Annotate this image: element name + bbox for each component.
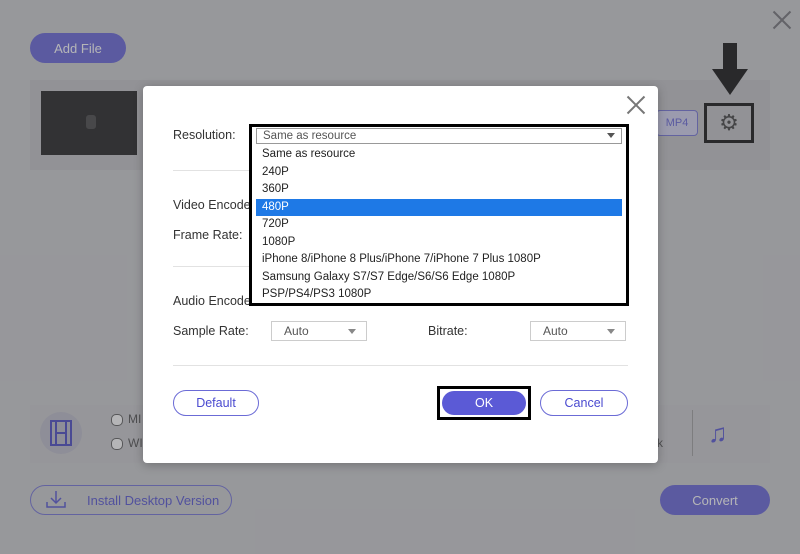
frame-rate-label: Frame Rate:	[173, 228, 243, 242]
audio-encoder-label: Audio Encode	[173, 294, 251, 308]
separator	[173, 365, 628, 366]
video-encoder-label: Video Encode	[173, 198, 251, 212]
resolution-option[interactable]: Same as resource	[256, 146, 622, 164]
resolution-label: Resolution:	[173, 128, 236, 142]
default-button[interactable]: Default	[173, 390, 259, 416]
resolution-options-list: Same as resource 240P 360P 480P 720P 108…	[256, 146, 622, 304]
sample-rate-select[interactable]: Auto	[271, 321, 367, 341]
resolution-selected-value: Same as resource	[263, 130, 357, 142]
resolution-option[interactable]: iPhone 8/iPhone 8 Plus/iPhone 7/iPhone 7…	[256, 251, 622, 269]
resolution-option[interactable]: 240P	[256, 164, 622, 182]
resolution-option[interactable]: 720P	[256, 216, 622, 234]
resolution-option-highlighted[interactable]: 480P	[256, 198, 622, 216]
resolution-option[interactable]: 360P	[256, 181, 622, 199]
resolution-option[interactable]: Samsung Galaxy S7/S7 Edge/S6/S6 Edge 108…	[256, 269, 622, 287]
chevron-down-icon	[607, 329, 615, 334]
ok-button[interactable]: OK	[442, 391, 526, 415]
dialog-close-icon[interactable]	[627, 96, 645, 114]
resolution-option[interactable]: PSP/PS4/PS3 1080P	[256, 286, 622, 304]
cancel-button[interactable]: Cancel	[540, 390, 628, 416]
chevron-down-icon	[607, 133, 615, 138]
sample-rate-value: Auto	[284, 324, 309, 338]
chevron-down-icon	[348, 329, 356, 334]
resolution-select[interactable]: Same as resource	[256, 128, 622, 144]
bitrate-value: Auto	[543, 324, 568, 338]
sample-rate-label: Sample Rate:	[173, 324, 249, 338]
bitrate-select[interactable]: Auto	[530, 321, 626, 341]
bitrate-label: Bitrate:	[428, 324, 468, 338]
resolution-option[interactable]: 1080P	[256, 234, 622, 252]
